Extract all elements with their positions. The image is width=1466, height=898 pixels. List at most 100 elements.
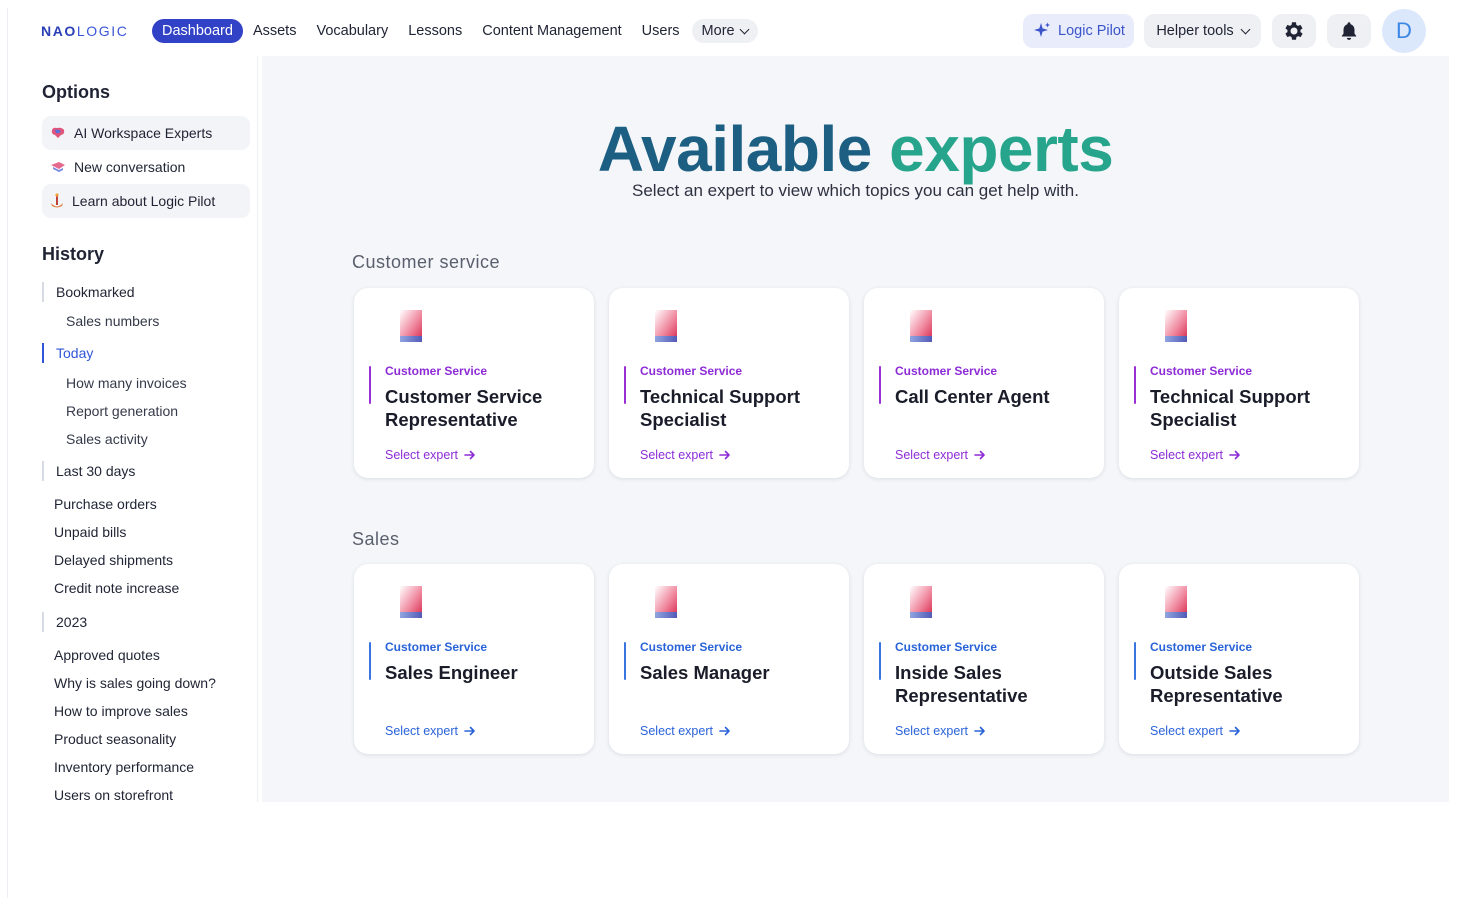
expert-card[interactable]: Customer Service Customer Service Represe… xyxy=(354,288,594,478)
sidebar: Options AI Workspace Experts New convers… xyxy=(8,56,258,802)
history-item[interactable]: How many invoices xyxy=(66,375,187,391)
expert-card[interactable]: Customer Service Technical Support Specia… xyxy=(1119,288,1359,478)
accent-bar xyxy=(369,366,371,404)
history-group-bookmarked[interactable]: Bookmarked xyxy=(42,282,135,302)
history-group-2023[interactable]: 2023 xyxy=(42,612,87,632)
history-group-today[interactable]: Today xyxy=(42,343,93,363)
arrow-right-icon xyxy=(464,726,475,736)
select-expert-link[interactable]: Select expert xyxy=(895,448,986,462)
nav-link-users[interactable]: Users xyxy=(632,19,690,43)
group-title-sales: Sales xyxy=(352,529,400,549)
helper-tools-label: Helper tools xyxy=(1156,23,1234,39)
expert-card[interactable]: Customer Service Outside Sales Representa… xyxy=(1119,564,1359,754)
chevron-down-icon xyxy=(1240,24,1251,34)
accent-bar xyxy=(1134,642,1136,680)
option-ai-workspace-experts[interactable]: AI Workspace Experts xyxy=(42,116,250,150)
history-item[interactable]: Report generation xyxy=(66,403,178,419)
history-item[interactable]: Inventory performance xyxy=(54,759,194,775)
helper-tools-button[interactable]: Helper tools xyxy=(1144,14,1261,48)
expert-card-icon xyxy=(653,586,679,620)
expert-name: Technical Support Specialist xyxy=(640,386,801,430)
more-menu-button[interactable]: More xyxy=(691,19,758,43)
history-item[interactable]: Unpaid bills xyxy=(54,524,126,540)
expert-card[interactable]: Customer Service Sales Engineer Select exp… xyxy=(354,564,594,754)
main-content: Available experts Select an expert to vi… xyxy=(262,56,1449,802)
bell-icon xyxy=(1341,22,1357,40)
select-expert-label: Select expert xyxy=(895,448,968,462)
history-item[interactable]: Product seasonality xyxy=(54,731,176,747)
options-heading: Options xyxy=(42,82,110,102)
select-expert-label: Select expert xyxy=(640,724,713,738)
logic-pilot-button[interactable]: Logic Pilot xyxy=(1023,14,1134,48)
accent-bar xyxy=(879,366,881,404)
arrow-right-icon xyxy=(719,726,730,736)
expert-category: Customer Service xyxy=(895,640,998,654)
expert-name: Inside Sales Representative xyxy=(895,662,1028,706)
select-expert-link[interactable]: Select expert xyxy=(1150,724,1241,738)
sparkle-icon xyxy=(1034,22,1051,37)
nav-link-assets[interactable]: Assets xyxy=(243,19,307,43)
select-expert-label: Select expert xyxy=(385,448,458,462)
expert-category: Customer Service xyxy=(895,364,998,378)
history-item[interactable]: Credit note increase xyxy=(54,580,179,596)
expert-category: Customer Service xyxy=(385,640,488,654)
expert-card-icon xyxy=(908,310,934,344)
history-item[interactable]: Sales activity xyxy=(66,431,148,447)
history-item[interactable]: Sales numbers xyxy=(66,313,159,329)
arrow-right-icon xyxy=(974,450,985,460)
arrow-right-icon xyxy=(974,726,985,736)
nav-link-content-management[interactable]: Content Management xyxy=(472,19,631,43)
user-avatar[interactable]: D xyxy=(1382,9,1426,53)
title-word-available: Available xyxy=(597,113,873,185)
expert-category: Customer Service xyxy=(385,364,488,378)
select-expert-label: Select expert xyxy=(895,724,968,738)
settings-button[interactable] xyxy=(1272,14,1316,48)
nav-link-lessons[interactable]: Lessons xyxy=(398,19,472,43)
history-item[interactable]: Why is sales going down? xyxy=(54,675,216,691)
more-label: More xyxy=(701,23,735,39)
select-expert-link[interactable]: Select expert xyxy=(640,448,731,462)
option-learn-about-logic-pilot[interactable]: Learn about Logic Pilot xyxy=(42,184,250,218)
select-expert-link[interactable]: Select expert xyxy=(1150,448,1241,462)
history-item[interactable]: How to improve sales xyxy=(54,703,188,719)
group-title-customer-service: Customer service xyxy=(352,252,501,272)
history-group-last-30-days[interactable]: Last 30 days xyxy=(42,461,135,481)
expert-card-icon xyxy=(1163,586,1189,620)
chat-icon xyxy=(51,162,65,172)
expert-card-icon xyxy=(398,310,424,344)
select-expert-label: Select expert xyxy=(1150,724,1223,738)
app-window: NAOLOGIC Dashboard Assets Vocabulary Les… xyxy=(7,8,1449,898)
expert-card[interactable]: Customer Service Call Center Agent Select … xyxy=(864,288,1104,478)
history-item[interactable]: Delayed shipments xyxy=(54,552,173,568)
accent-bar xyxy=(369,642,371,680)
history-item[interactable]: Users on storefront xyxy=(54,787,173,802)
brain-icon xyxy=(51,127,65,138)
select-expert-label: Select expert xyxy=(1150,448,1223,462)
expert-category: Customer Service xyxy=(640,640,743,654)
select-expert-link[interactable]: Select expert xyxy=(385,724,476,738)
arrow-right-icon xyxy=(464,450,475,460)
gear-icon xyxy=(1285,22,1303,40)
select-expert-label: Select expert xyxy=(640,448,713,462)
option-label: New conversation xyxy=(74,159,186,175)
nav-link-vocabulary[interactable]: Vocabulary xyxy=(306,19,398,43)
naologic-logo[interactable]: NAOLOGIC xyxy=(41,23,129,39)
history-item[interactable]: Purchase orders xyxy=(54,496,157,512)
expert-card[interactable]: Customer Service Technical Support Specia… xyxy=(609,288,849,478)
option-new-conversation[interactable]: New conversation xyxy=(42,150,250,184)
select-expert-link[interactable]: Select expert xyxy=(895,724,986,738)
expert-card-icon xyxy=(908,586,934,620)
expert-card[interactable]: Customer Service Sales Manager Select expe… xyxy=(609,564,849,754)
nav-link-dashboard[interactable]: Dashboard xyxy=(152,19,243,43)
anchor-icon xyxy=(51,193,63,208)
history-item[interactable]: Approved quotes xyxy=(54,647,160,663)
page-title: Available experts xyxy=(262,112,1449,186)
arrow-right-icon xyxy=(719,450,730,460)
expert-card[interactable]: Customer Service Inside Sales Representat… xyxy=(864,564,1104,754)
select-expert-link[interactable]: Select expert xyxy=(385,448,476,462)
select-expert-label: Select expert xyxy=(385,724,458,738)
notifications-button[interactable] xyxy=(1327,14,1371,48)
option-label: Learn about Logic Pilot xyxy=(72,193,216,209)
arrow-right-icon xyxy=(1229,450,1240,460)
select-expert-link[interactable]: Select expert xyxy=(640,724,731,738)
